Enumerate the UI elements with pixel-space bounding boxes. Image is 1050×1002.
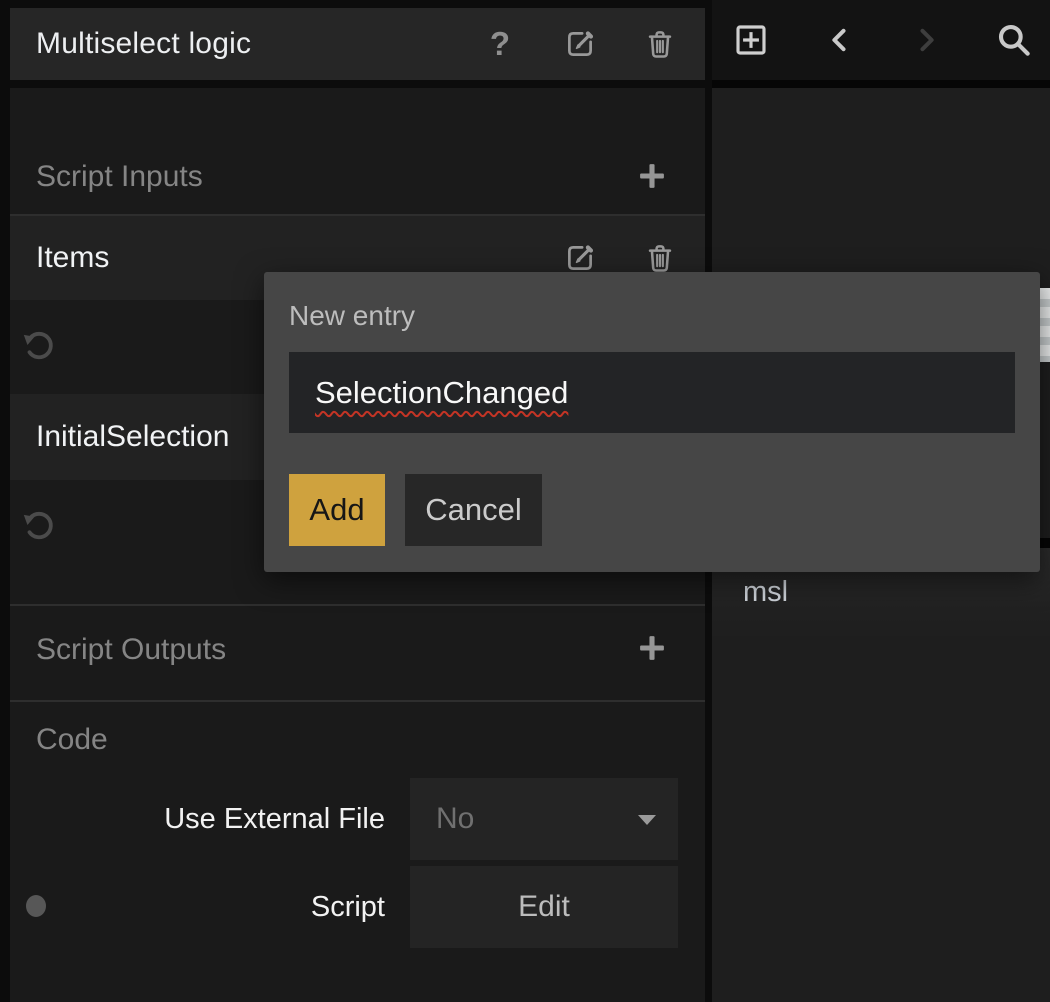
use-external-file-dropdown[interactable]: No xyxy=(410,778,678,860)
cancel-button-label: Cancel xyxy=(425,492,522,528)
edit-script-button[interactable]: Edit xyxy=(410,866,678,948)
dropdown-value: No xyxy=(436,802,636,836)
app-window: Multiselect logic ? xyxy=(0,0,1050,1002)
delete-button[interactable] xyxy=(642,26,678,62)
edit-icon xyxy=(563,241,597,275)
add-script-input-button[interactable] xyxy=(634,158,670,194)
search-icon xyxy=(995,21,1033,59)
divider xyxy=(712,80,1050,88)
tree-item-label: msl xyxy=(743,576,788,609)
plus-icon xyxy=(635,159,669,193)
new-entry-dialog: New entry SelectionChanged Add Cancel xyxy=(264,272,1040,572)
new-entry-input-value: SelectionChanged xyxy=(315,375,568,411)
new-entry-input[interactable]: SelectionChanged xyxy=(289,352,1015,433)
script-inputs-heading: Script Inputs xyxy=(36,160,203,194)
add-box-icon xyxy=(732,21,770,59)
add-script-output-button[interactable] xyxy=(634,630,670,666)
refresh-icon xyxy=(20,505,58,543)
edit-icon xyxy=(563,27,597,61)
occluded-list-fragment xyxy=(1040,288,1050,362)
delete-item-button[interactable] xyxy=(642,240,678,276)
chevron-right-icon xyxy=(909,23,943,57)
add-button-label: Add xyxy=(309,492,364,528)
row-label: Items xyxy=(36,241,562,275)
chevron-left-icon xyxy=(823,23,857,57)
use-external-file-label: Use External File xyxy=(0,778,385,860)
trash-icon xyxy=(643,241,677,275)
refresh-icon xyxy=(20,325,58,363)
back-button[interactable] xyxy=(821,21,859,59)
occluded-list-fragment xyxy=(1040,538,1050,548)
code-heading: Code xyxy=(36,723,108,757)
rename-button[interactable] xyxy=(562,26,598,62)
reset-default-button[interactable] xyxy=(20,505,58,543)
page-title: Multiselect logic xyxy=(36,27,482,61)
panel-header: Multiselect logic ? xyxy=(10,8,705,80)
forward-button[interactable] xyxy=(907,21,945,59)
help-button[interactable]: ? xyxy=(482,26,518,62)
divider xyxy=(10,700,705,702)
plus-icon xyxy=(635,631,669,665)
header-actions: ? xyxy=(482,26,705,62)
reset-default-button[interactable] xyxy=(20,325,58,363)
search-button[interactable] xyxy=(995,21,1033,59)
add-object-button[interactable] xyxy=(732,21,770,59)
row-actions xyxy=(562,240,705,276)
cancel-button[interactable]: Cancel xyxy=(405,474,542,546)
tree-toolbar xyxy=(712,0,1050,80)
edit-script-button-label: Edit xyxy=(518,890,570,924)
help-icon: ? xyxy=(490,25,510,63)
status-dot xyxy=(26,895,46,917)
add-button[interactable]: Add xyxy=(289,474,385,546)
edit-item-button[interactable] xyxy=(562,240,598,276)
divider xyxy=(10,604,705,606)
dialog-title: New entry xyxy=(289,300,415,332)
script-outputs-heading: Script Outputs xyxy=(36,633,226,667)
caret-down-icon xyxy=(636,812,658,826)
trash-icon xyxy=(643,27,677,61)
script-label: Script xyxy=(0,866,385,948)
